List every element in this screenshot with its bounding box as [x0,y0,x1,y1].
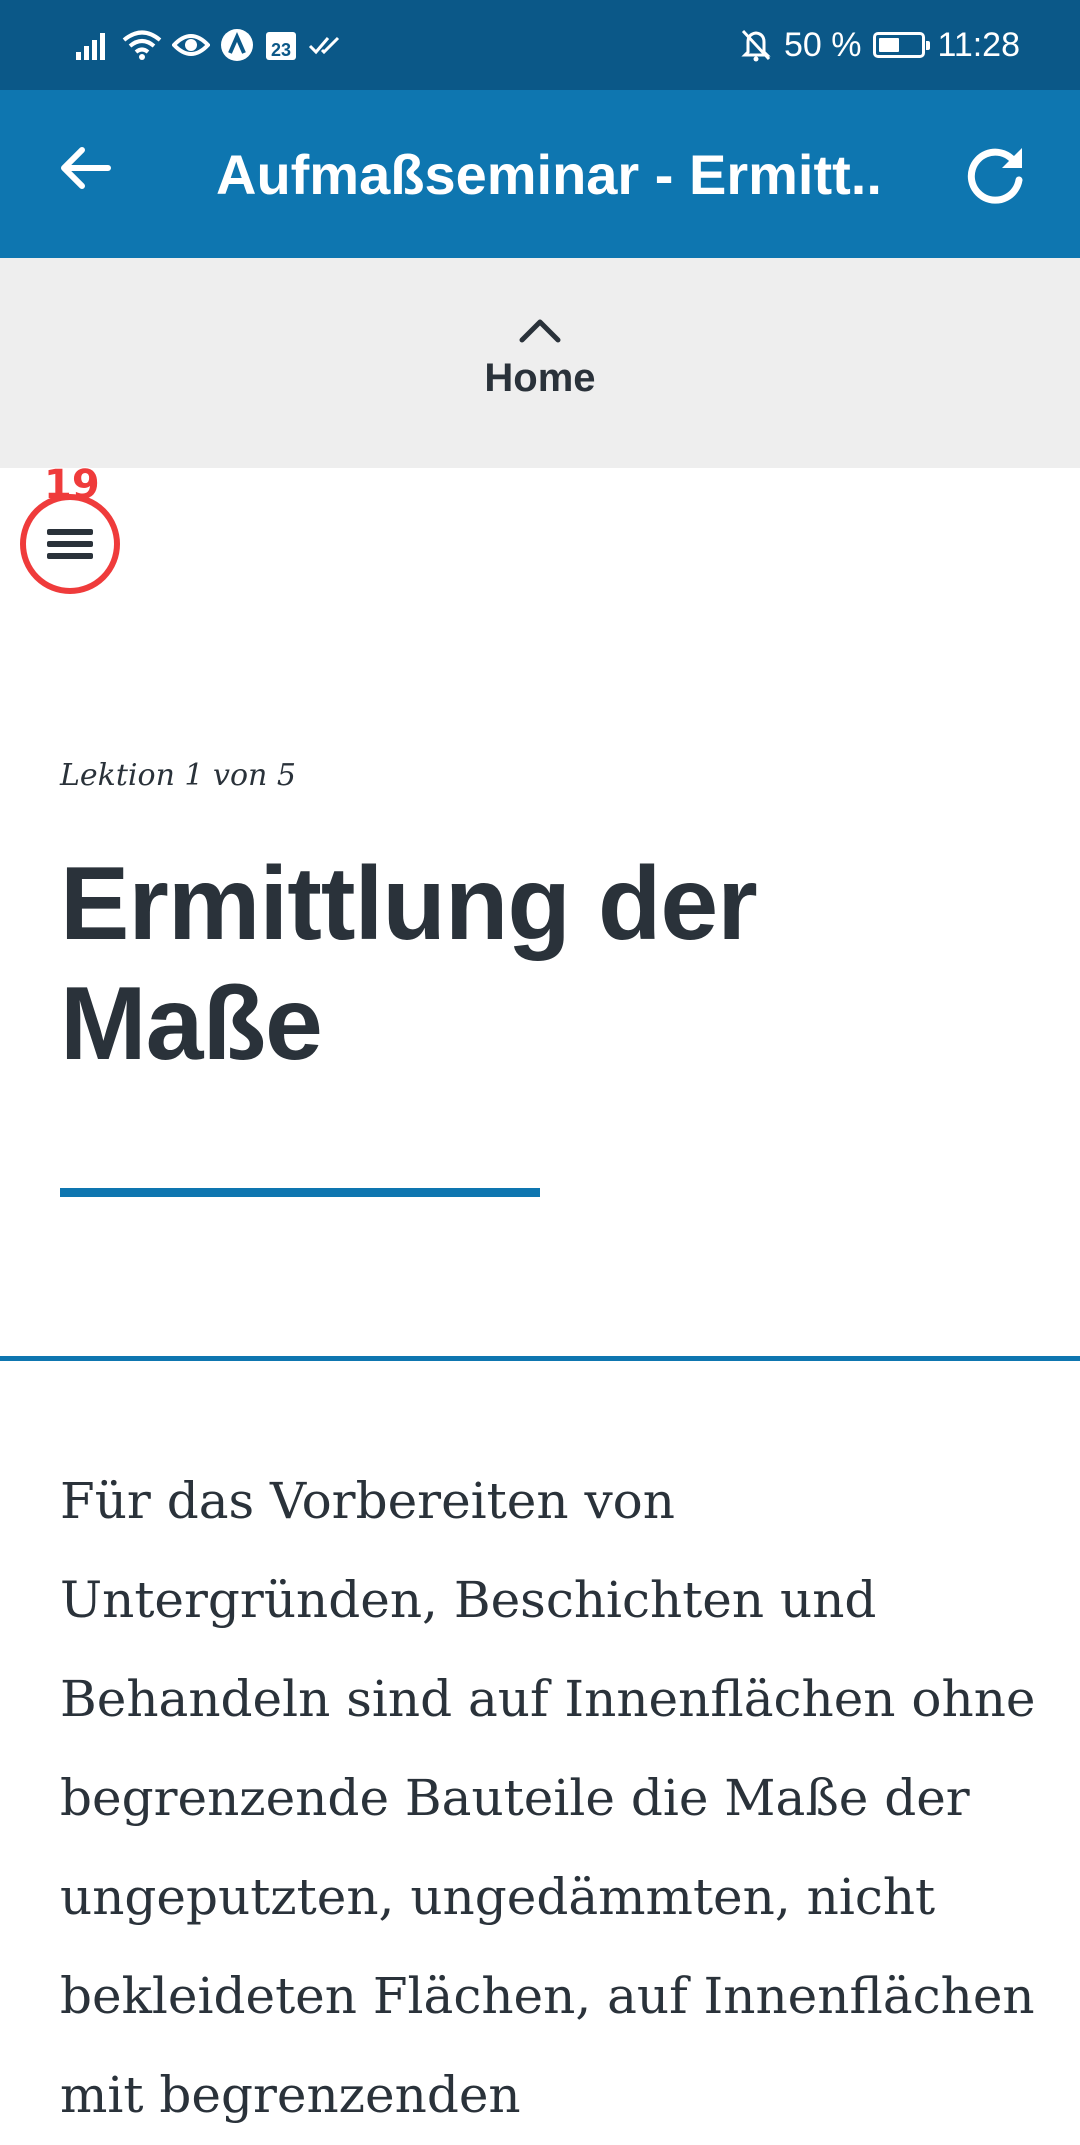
calendar-icon: 23 [264,28,298,62]
status-bar: 23 50 % 11:28 [0,0,1080,90]
app-bar-title: Aufmaßseminar - Ermitt.. [216,142,882,206]
battery-icon [873,32,931,58]
lesson-counter: Lektion 1 von 5 [60,758,297,793]
section-divider [0,1356,1080,1361]
wifi-icon [122,29,162,61]
hamburger-menu-button[interactable] [20,494,120,594]
lesson-body-text: Für das Vorbereiten von Untergründen, Be… [60,1472,1036,2124]
double-check-icon [308,33,344,57]
app-bar: Aufmaßseminar - Ermitt.. [0,90,1080,258]
app-a-icon [220,28,254,62]
status-icons-left: 23 [76,0,344,90]
hamburger-menu-icon [47,523,93,565]
signal-icon [76,30,112,60]
home-nav[interactable]: Home [0,258,1080,468]
bell-off-icon [740,28,772,62]
status-icons-right: 50 % 11:28 [740,0,1020,90]
title-underline [60,1188,540,1197]
eye-icon [172,31,210,59]
lesson-title: Ermittlung der Maße [60,846,758,1082]
home-label: Home [484,356,596,400]
arrow-left-icon[interactable] [56,138,116,198]
chevron-up-icon [518,316,562,344]
clock: 11:28 [937,25,1020,64]
battery-percent: 50 % [783,25,862,64]
battery-fill [879,38,900,52]
calendar-day: 23 [271,40,291,60]
refresh-icon[interactable] [962,140,1030,208]
